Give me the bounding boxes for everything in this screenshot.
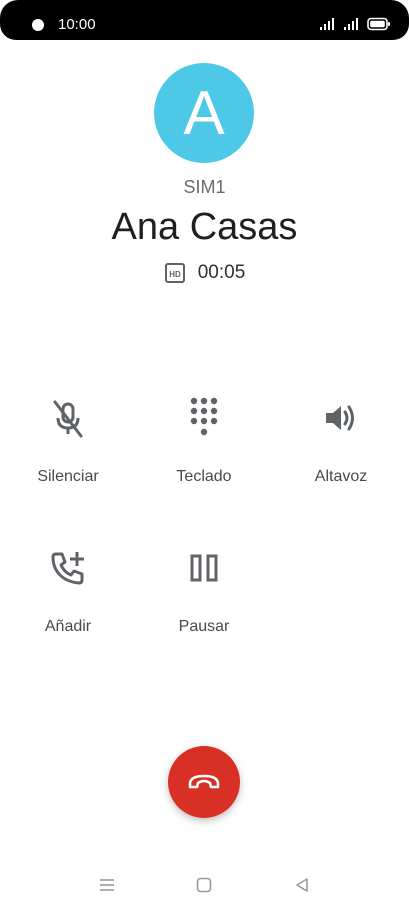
home-icon — [196, 877, 212, 893]
call-timer: 00:05 — [197, 262, 246, 283]
back-button[interactable] — [287, 870, 317, 900]
keypad-button[interactable]: Teclado — [139, 394, 269, 486]
back-icon — [296, 878, 308, 892]
recents-icon — [100, 879, 114, 891]
end-call-icon — [188, 774, 220, 789]
wifi-icon — [320, 18, 334, 30]
battery-icon — [367, 17, 390, 31]
signal-icon — [344, 18, 358, 30]
status-bar: 10:00 — [0, 0, 409, 40]
navigation-bar — [0, 870, 409, 900]
speaker-label: Altavoz — [314, 468, 368, 485]
add-call-icon — [51, 552, 84, 585]
mic-off-icon — [53, 400, 83, 438]
recents-button[interactable] — [92, 870, 122, 900]
hd-voice-icon: HD — [164, 263, 185, 283]
contact-avatar: A — [154, 63, 254, 163]
speaker-icon — [326, 405, 354, 431]
end-call-button[interactable] — [168, 746, 240, 818]
hold-label: Pausar — [178, 618, 230, 635]
mute-button[interactable]: Silenciar — [3, 394, 133, 486]
sim-label: SIM1 — [183, 177, 226, 197]
speaker-button[interactable]: Altavoz — [276, 394, 406, 486]
hold-button[interactable]: Pausar — [139, 544, 269, 636]
keypad-label: Teclado — [176, 468, 232, 485]
dialpad-icon — [190, 397, 218, 436]
status-icons — [319, 16, 391, 32]
hd-badge-text: HD — [169, 270, 181, 279]
home-button[interactable] — [189, 870, 219, 900]
add-call-button[interactable]: Añadir — [3, 544, 133, 636]
avatar-initial: A — [183, 78, 225, 148]
caller-name: Ana Casas — [111, 206, 298, 248]
camera-cutout — [32, 19, 44, 31]
mute-label: Silenciar — [37, 468, 99, 485]
pause-icon — [190, 554, 218, 582]
add-call-label: Añadir — [44, 618, 92, 635]
status-time: 10:00 — [58, 16, 96, 33]
call-info: HD 00:05 — [0, 262, 409, 284]
in-call-screen: 10:00 A SIM1 Ana Casas HD 00:05 Silencia… — [0, 0, 409, 910]
